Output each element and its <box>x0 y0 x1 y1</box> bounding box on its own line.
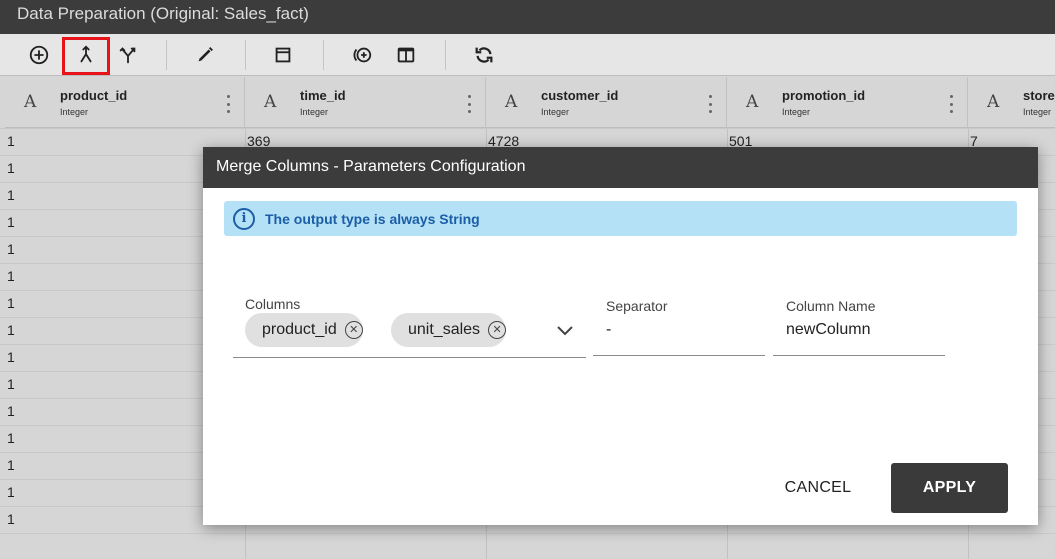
toolbar <box>0 34 1055 76</box>
column-header-product-id[interactable]: A product_id Integer <box>5 77 245 128</box>
table-cell: 1 <box>7 376 15 392</box>
table-cell: 1 <box>7 160 15 176</box>
text-type-icon: A <box>264 92 277 112</box>
text-type-icon: A <box>505 92 518 112</box>
table-cell: 1 <box>7 457 15 473</box>
separator-label: Separator <box>606 298 668 314</box>
column-type: Integer <box>1023 107 1052 117</box>
chip-label: unit_sales <box>408 321 481 338</box>
column-chip: unit_sales ✕ <box>391 313 507 347</box>
apply-button[interactable]: APPLY <box>891 463 1008 513</box>
add-column-button[interactable] <box>345 38 379 72</box>
text-type-icon: A <box>746 92 759 112</box>
table-cell: 1 <box>7 214 15 230</box>
columns-icon <box>397 47 415 63</box>
separator-input[interactable]: - <box>606 321 611 339</box>
column-menu-icon[interactable] <box>941 94 961 114</box>
column-menu-icon[interactable] <box>459 94 479 114</box>
table-cell: 1 <box>7 403 15 419</box>
table-cell: 1 <box>7 484 15 500</box>
close-circle-icon[interactable]: ✕ <box>344 321 363 339</box>
edit-icon <box>198 47 213 62</box>
table-cell: 1 <box>7 187 15 203</box>
chip-label: product_id <box>262 321 337 338</box>
column-name: time_id <box>300 88 346 103</box>
column-name: product_id <box>60 88 128 103</box>
column-header-promotion-id[interactable]: A promotion_id Integer <box>727 77 968 128</box>
table-cell: 1 <box>7 430 15 446</box>
toolbar-divider <box>166 40 167 70</box>
info-banner: i The output type is always String <box>224 201 1017 236</box>
column-menu-icon[interactable] <box>218 94 238 114</box>
row-divider <box>0 533 1055 534</box>
table-cell: 1 <box>7 268 15 284</box>
window-button[interactable] <box>266 38 300 72</box>
column-name-underline[interactable] <box>773 355 945 356</box>
column-name: promotion_id <box>782 88 866 103</box>
window-icon <box>275 47 291 63</box>
table-cell: 1 <box>7 511 15 527</box>
chevron-down-icon[interactable] <box>556 322 574 338</box>
column-name: customer_id <box>541 88 619 103</box>
row-divider <box>0 128 1055 129</box>
column-type: Integer <box>300 107 329 117</box>
columns-select-underline[interactable] <box>233 357 586 358</box>
add-button[interactable] <box>22 38 56 72</box>
dialog-header: Merge Columns - Parameters Configuration <box>203 147 1038 188</box>
separator-underline[interactable] <box>593 355 765 356</box>
columns-view-button[interactable] <box>389 38 423 72</box>
cancel-button[interactable]: CANCEL <box>778 463 858 513</box>
add-circle-icon <box>29 45 49 65</box>
column-header-customer-id[interactable]: A customer_id Integer <box>486 77 727 128</box>
toolbar-divider <box>323 40 324 70</box>
info-icon: i <box>233 207 255 230</box>
text-type-icon: A <box>24 92 37 112</box>
toolbar-divider <box>445 40 446 70</box>
column-menu-icon[interactable] <box>700 94 720 114</box>
refresh-button[interactable] <box>467 38 501 72</box>
merge-button-highlight <box>62 37 110 75</box>
refresh-icon <box>475 47 493 63</box>
add-column-icon <box>353 47 372 63</box>
column-name-label: Column Name <box>786 298 876 314</box>
column-name: store_ <box>1023 88 1055 103</box>
split-column-button[interactable] <box>111 38 145 72</box>
text-type-icon: A <box>987 92 1000 112</box>
edit-button[interactable] <box>188 38 222 72</box>
dialog-title: Merge Columns - Parameters Configuration <box>216 158 526 175</box>
table-cell: 1 <box>7 241 15 257</box>
columns-label: Columns <box>245 296 301 312</box>
table-cell: 1 <box>7 322 15 338</box>
toolbar-divider <box>245 40 246 70</box>
table-cell: 1 <box>7 133 15 149</box>
merge-columns-dialog: Merge Columns - Parameters Configuration… <box>203 147 1038 525</box>
column-chip: product_id ✕ <box>245 313 363 347</box>
info-message: The output type is always String <box>265 210 480 227</box>
table-cell: 1 <box>7 295 15 311</box>
close-circle-icon[interactable]: ✕ <box>488 321 507 339</box>
window-titlebar: Data Preparation (Original: Sales_fact) <box>0 0 1055 34</box>
column-header-store-id[interactable]: A store_ Integer <box>968 77 1055 128</box>
column-type: Integer <box>541 107 570 117</box>
table-cell: 1 <box>7 349 15 365</box>
column-name-input[interactable]: newColumn <box>786 321 870 339</box>
column-type: Integer <box>782 107 811 117</box>
column-type: Integer <box>60 107 89 117</box>
column-header-time-id[interactable]: A time_id Integer <box>245 77 486 128</box>
window-title: Data Preparation (Original: Sales_fact) <box>17 4 309 23</box>
split-icon <box>119 47 136 64</box>
